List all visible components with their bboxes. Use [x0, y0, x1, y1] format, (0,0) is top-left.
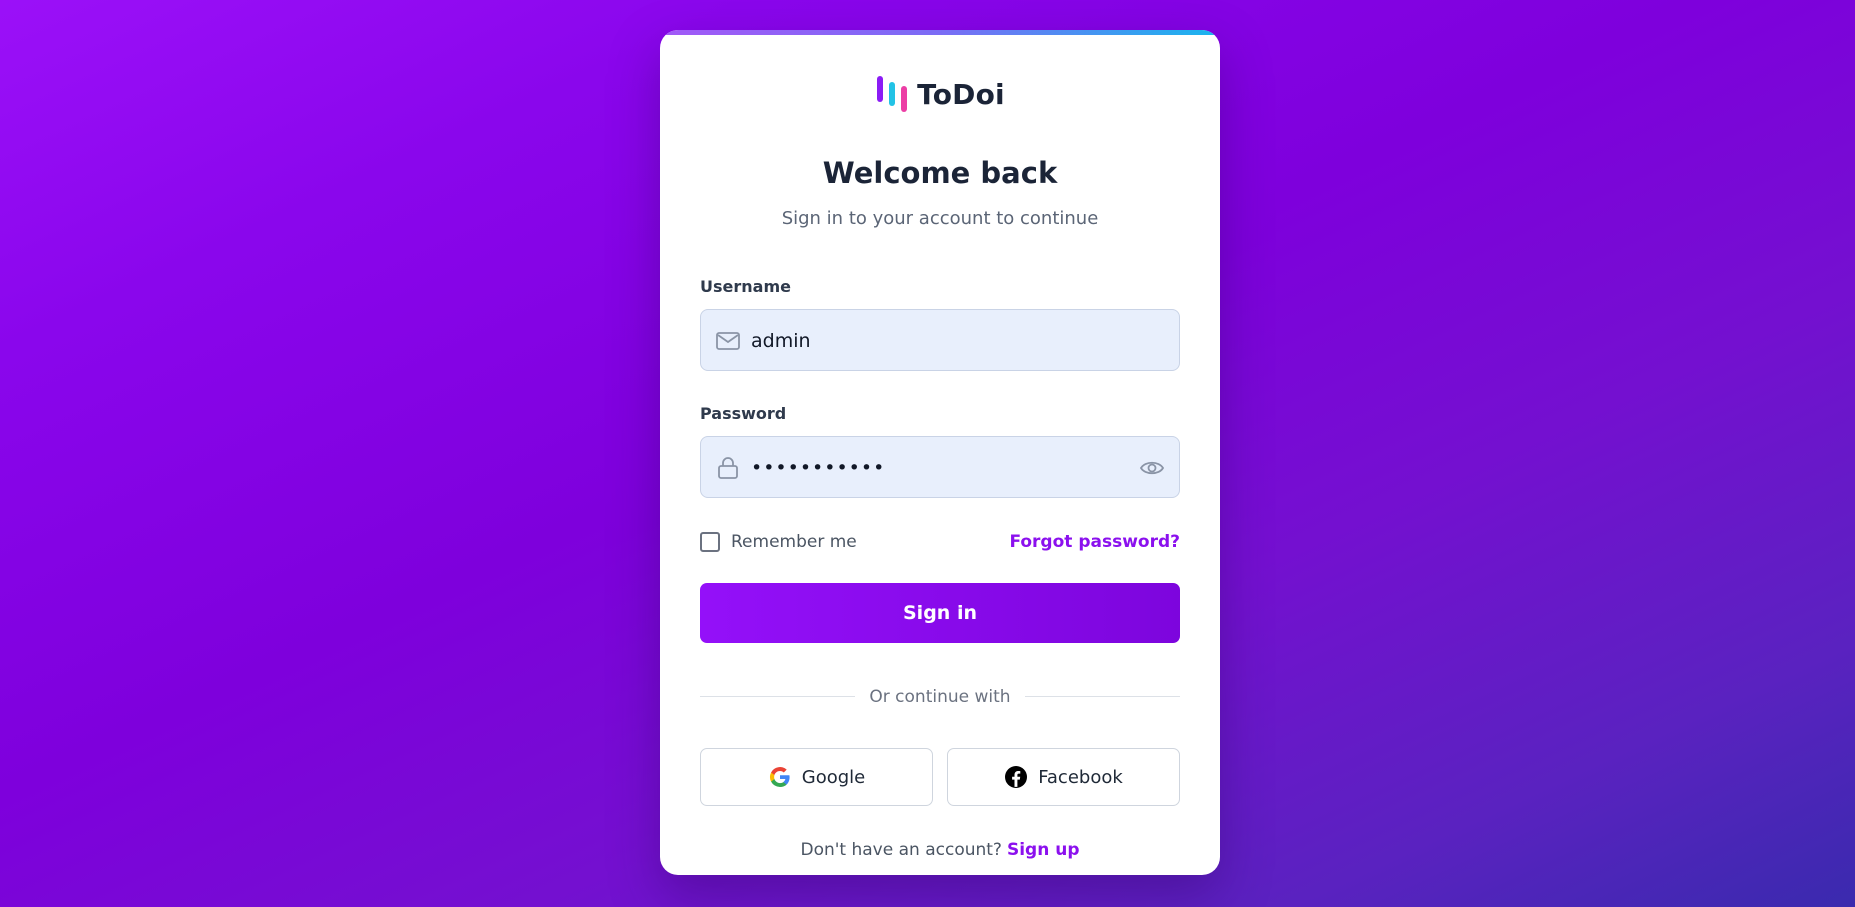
facebook-icon	[1005, 766, 1028, 788]
card-accent-bar	[660, 30, 1220, 35]
lock-icon	[718, 457, 738, 479]
brand-name: ToDoi	[917, 77, 1005, 111]
divider-line-right	[1025, 696, 1180, 697]
remember-me-checkbox[interactable]	[700, 532, 720, 552]
divider-text: Or continue with	[869, 687, 1011, 707]
remember-me-label: Remember me	[731, 532, 857, 552]
page-title: Welcome back	[822, 156, 1058, 190]
signup-prompt: Don't have an account? Sign up	[700, 840, 1180, 860]
divider: Or continue with	[700, 685, 1180, 709]
brand-logo-icon	[875, 74, 909, 114]
google-label: Google	[801, 766, 866, 788]
page-subtitle: Sign in to your account to continue	[781, 208, 1099, 229]
signup-prompt-text: Don't have an account?	[800, 840, 1002, 860]
sign-in-button[interactable]: Sign in	[700, 583, 1180, 643]
password-value[interactable]: •••••••••••	[751, 437, 885, 499]
facebook-button[interactable]: Facebook	[947, 748, 1180, 806]
facebook-label: Facebook	[1038, 766, 1123, 788]
password-label: Password	[700, 404, 787, 423]
forgot-password-link[interactable]: Forgot password?	[1009, 530, 1180, 554]
eye-icon[interactable]	[1139, 456, 1165, 480]
username-value[interactable]: admin	[751, 310, 811, 372]
google-button[interactable]: Google	[700, 748, 933, 806]
username-label: Username	[700, 277, 791, 296]
sign-up-link[interactable]: Sign up	[1007, 840, 1080, 860]
password-field[interactable]: •••••••••••	[700, 436, 1180, 498]
google-icon	[769, 767, 790, 787]
username-field[interactable]: admin	[700, 309, 1180, 371]
mail-icon	[716, 332, 740, 350]
remember-me[interactable]: Remember me	[700, 530, 857, 554]
login-card: ToDoi Welcome back Sign in to your accou…	[660, 30, 1220, 875]
brand: ToDoi	[700, 74, 1180, 114]
